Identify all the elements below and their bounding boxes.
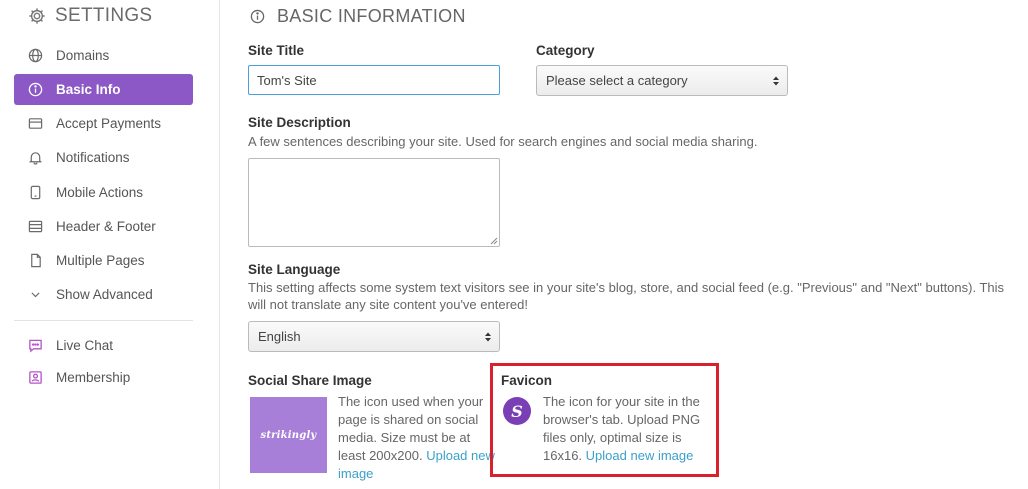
sidebar-item-header-footer[interactable]: Header & Footer <box>14 211 193 242</box>
sidebar-item-label: Multiple Pages <box>56 253 145 268</box>
layout-icon <box>28 219 43 234</box>
sidebar-item-label: Notifications <box>56 150 130 165</box>
sidebar-item-label: Domains <box>56 48 110 63</box>
site-title-label: Site Title <box>248 43 305 58</box>
site-description-textarea[interactable] <box>248 158 500 247</box>
site-title-value: Tom's Site <box>257 72 317 88</box>
site-language-label: Site Language <box>248 262 341 277</box>
basic-information-header: BASIC INFORMATION <box>250 4 466 28</box>
site-language-selected: English <box>258 329 301 344</box>
select-arrows-icon <box>485 332 491 341</box>
resize-grip-icon[interactable] <box>489 236 498 245</box>
site-language-select[interactable]: English <box>248 321 500 352</box>
favicon-label: Favicon <box>501 373 553 388</box>
site-description-label: Site Description <box>248 115 351 130</box>
globe-icon <box>28 48 43 63</box>
category-label: Category <box>536 43 595 58</box>
sidebar-divider <box>14 320 193 321</box>
sidebar-item-multiple-pages[interactable]: Multiple Pages <box>14 245 193 276</box>
pages-icon <box>28 253 43 268</box>
sidebar-item-membership[interactable]: Membership <box>14 362 193 393</box>
favicon-description: The icon for your site in the browser's … <box>543 394 701 463</box>
social-share-image-thumbnail: strikingly <box>250 397 327 473</box>
sidebar-item-label: Membership <box>56 370 131 385</box>
site-title-input[interactable]: Tom's Site <box>248 65 500 95</box>
chat-icon <box>28 338 43 353</box>
chevron-down-icon <box>28 287 43 302</box>
phone-icon <box>28 185 43 200</box>
gear-icon <box>28 7 46 25</box>
settings-title: SETTINGS <box>55 5 153 26</box>
page-title: BASIC INFORMATION <box>277 5 466 26</box>
info-icon <box>28 82 43 97</box>
category-selected: Please select a category <box>546 73 688 88</box>
settings-sidebar: SETTINGS Domains Basic Info Accept Payme… <box>0 0 220 489</box>
sidebar-item-basic-info[interactable]: Basic Info <box>14 74 193 105</box>
sidebar-item-label: Live Chat <box>56 338 114 353</box>
sidebar-item-label: Show Advanced <box>56 287 153 302</box>
sidebar-item-label: Accept Payments <box>56 116 162 131</box>
social-share-description: The icon used when your page is shared o… <box>338 394 495 481</box>
sidebar-item-notifications[interactable]: Notifications <box>14 142 193 173</box>
sidebar-item-domains[interactable]: Domains <box>14 40 193 71</box>
upload-favicon-link[interactable]: Upload new image <box>586 448 694 463</box>
sidebar-item-label: Mobile Actions <box>56 185 144 200</box>
sidebar-item-label: Header & Footer <box>56 219 156 234</box>
site-description-help: A few sentences describing your site. Us… <box>248 134 758 149</box>
select-arrows-icon <box>773 76 779 85</box>
favicon-image: S <box>503 397 531 425</box>
member-icon <box>28 370 43 385</box>
site-language-help: This setting affects some system text vi… <box>248 280 1005 312</box>
sidebar-item-label: Basic Info <box>56 82 121 97</box>
sidebar-item-show-advanced[interactable]: Show Advanced <box>14 279 193 310</box>
social-share-image-label: Social Share Image <box>248 373 372 388</box>
settings-header: SETTINGS <box>28 4 152 28</box>
strikingly-logo-text: strikingly <box>260 429 317 441</box>
sidebar-item-mobile-actions[interactable]: Mobile Actions <box>14 177 193 208</box>
favicon-letter: S <box>511 401 523 421</box>
info-icon <box>250 9 265 24</box>
card-icon <box>28 116 43 131</box>
category-select[interactable]: Please select a category <box>536 65 788 96</box>
sidebar-item-accept-payments[interactable]: Accept Payments <box>14 108 193 139</box>
sidebar-item-live-chat[interactable]: Live Chat <box>14 330 193 361</box>
bell-icon <box>28 150 43 165</box>
